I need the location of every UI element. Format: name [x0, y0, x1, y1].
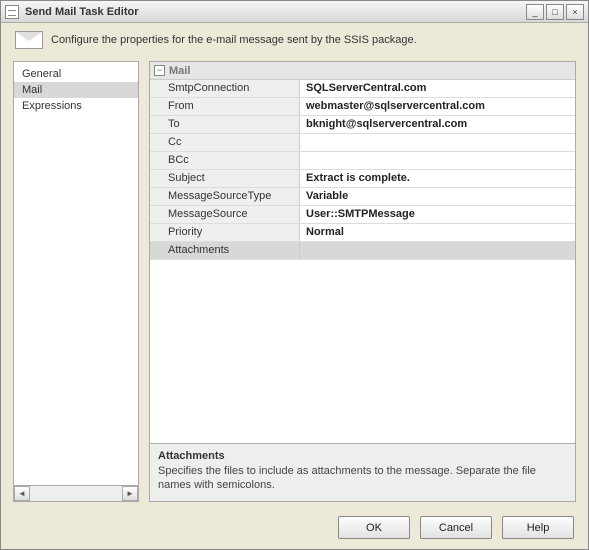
collapse-icon[interactable]: −	[154, 65, 165, 76]
nav-item-mail[interactable]: Mail	[14, 82, 138, 98]
help-text: Specifies the files to include as attach…	[158, 465, 567, 493]
window-controls: _ □ ×	[526, 4, 584, 20]
titlebar: Send Mail Task Editor _ □ ×	[1, 1, 588, 23]
app-icon	[5, 5, 19, 19]
nav-scrollbar: ◄ ►	[14, 485, 138, 501]
prop-messagesource[interactable]: MessageSource User::SMTPMessage	[150, 206, 575, 224]
ok-button[interactable]: OK	[338, 516, 410, 539]
close-button[interactable]: ×	[566, 4, 584, 20]
prop-name: To	[150, 116, 300, 133]
prop-messagesourcetype[interactable]: MessageSourceType Variable	[150, 188, 575, 206]
main-area: General Mail Expressions ◄ ► − Mail Smtp…	[1, 57, 588, 508]
prop-name: Attachments	[150, 242, 300, 259]
prop-bcc[interactable]: BCc	[150, 152, 575, 170]
prop-cc[interactable]: Cc	[150, 134, 575, 152]
prop-attachments[interactable]: Attachments	[150, 242, 575, 260]
prop-name: SmtpConnection	[150, 80, 300, 97]
nav-item-expressions[interactable]: Expressions	[14, 98, 138, 114]
nav-item-general[interactable]: General	[14, 66, 138, 82]
minimize-button[interactable]: _	[526, 4, 544, 20]
category-row: − Mail	[150, 62, 575, 80]
help-button[interactable]: Help	[502, 516, 574, 539]
prop-subject[interactable]: Subject Extract is complete.	[150, 170, 575, 188]
scroll-right-button[interactable]: ►	[122, 486, 138, 501]
category-name: Mail	[169, 65, 190, 77]
prop-value[interactable]: User::SMTPMessage	[300, 206, 575, 223]
prop-from[interactable]: From webmaster@sqlservercentral.com	[150, 98, 575, 116]
dialog-window: Send Mail Task Editor _ □ × Configure th…	[0, 0, 589, 550]
prop-value[interactable]	[300, 242, 575, 259]
nav-list: General Mail Expressions	[14, 62, 138, 485]
help-title: Attachments	[158, 450, 567, 462]
prop-value[interactable]: Normal	[300, 224, 575, 241]
prop-value[interactable]: Extract is complete.	[300, 170, 575, 187]
prop-to[interactable]: To bknight@sqlservercentral.com	[150, 116, 575, 134]
description-text: Configure the properties for the e-mail …	[51, 34, 417, 46]
prop-value[interactable]: webmaster@sqlservercentral.com	[300, 98, 575, 115]
scroll-left-button[interactable]: ◄	[14, 486, 30, 501]
nav-panel: General Mail Expressions ◄ ►	[13, 61, 139, 502]
maximize-button[interactable]: □	[546, 4, 564, 20]
prop-name: BCc	[150, 152, 300, 169]
prop-value[interactable]: bknight@sqlservercentral.com	[300, 116, 575, 133]
help-pane: Attachments Specifies the files to inclu…	[150, 443, 575, 501]
prop-smtpconnection[interactable]: SmtpConnection SQLServerCentral.com	[150, 80, 575, 98]
property-panel: − Mail SmtpConnection SQLServerCentral.c…	[149, 61, 576, 502]
window-title: Send Mail Task Editor	[25, 6, 526, 18]
prop-name: MessageSourceType	[150, 188, 300, 205]
prop-priority[interactable]: Priority Normal	[150, 224, 575, 242]
prop-name: Priority	[150, 224, 300, 241]
cancel-button[interactable]: Cancel	[420, 516, 492, 539]
prop-value[interactable]	[300, 152, 575, 169]
prop-value[interactable]	[300, 134, 575, 151]
property-grid: − Mail SmtpConnection SQLServerCentral.c…	[150, 62, 575, 443]
mail-icon	[15, 31, 43, 49]
prop-value[interactable]: SQLServerCentral.com	[300, 80, 575, 97]
prop-name: MessageSource	[150, 206, 300, 223]
prop-name: Subject	[150, 170, 300, 187]
button-row: OK Cancel Help	[1, 508, 588, 549]
description-row: Configure the properties for the e-mail …	[1, 23, 588, 57]
scroll-track[interactable]	[30, 486, 122, 501]
prop-name: Cc	[150, 134, 300, 151]
prop-name: From	[150, 98, 300, 115]
prop-value[interactable]: Variable	[300, 188, 575, 205]
